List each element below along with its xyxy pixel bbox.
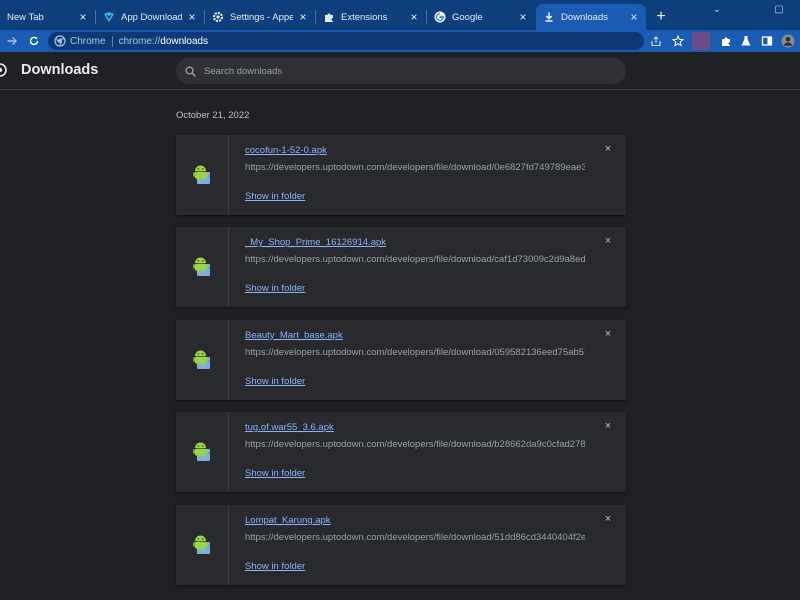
side-panel-button[interactable]: [759, 33, 775, 49]
profile-avatar-icon: [781, 34, 795, 48]
show-in-folder-link[interactable]: Show in folder: [245, 468, 305, 479]
file-source-url: https://developers.uptodown.com/develope…: [245, 347, 585, 358]
file-name-link[interactable]: _My_Shop_Prime_16126914.apk: [245, 237, 386, 248]
tab-title: Google: [452, 11, 483, 23]
extensions-button[interactable]: [718, 33, 734, 49]
tab-close-icon[interactable]: ×: [408, 11, 420, 23]
url-scheme: chrome://: [118, 35, 161, 47]
download-item: tug.of.war55_3.6.apk https://developers.…: [176, 412, 626, 492]
omnibox-url: chrome://downloads: [119, 36, 209, 47]
omnibox-chip-label: Chrome: [70, 35, 106, 47]
download-item: cocofun-1-52-0.apk https://developers.up…: [176, 135, 626, 215]
show-in-folder-link[interactable]: Show in folder: [245, 283, 305, 294]
new-tab-button[interactable]: +: [652, 8, 670, 26]
file-source-url: https://developers.uptodown.com/develope…: [245, 162, 585, 173]
gear-icon: [212, 11, 224, 23]
file-source-url: https://developers.uptodown.com/develope…: [245, 439, 585, 450]
search-icon: [185, 65, 196, 77]
download-item: Lompat_Karung.apk https://developers.upt…: [176, 505, 626, 585]
side-panel-icon: [761, 36, 773, 46]
url-host: downloads: [160, 35, 209, 47]
file-source-url: https://developers.uptodown.com/develope…: [245, 532, 585, 543]
file-icon-area: [176, 412, 229, 492]
tab-close-icon[interactable]: ×: [77, 11, 89, 23]
arrow-right-icon: [7, 37, 17, 45]
page-title: Downloads: [21, 62, 99, 78]
tab-close-icon[interactable]: ×: [628, 11, 640, 23]
file-name-link[interactable]: Lompat_Karung.apk: [245, 515, 331, 526]
bookmark-star-button[interactable]: [670, 33, 686, 49]
file-source-url: https://developers.uptodown.com/develope…: [245, 254, 585, 265]
show-in-folder-link[interactable]: Show in folder: [245, 191, 305, 202]
chrome-logo-icon: [54, 35, 66, 47]
forward-button[interactable]: [4, 33, 20, 49]
google-icon: [434, 11, 446, 23]
tab-title: App Downloads for: [121, 11, 182, 23]
download-item: Beauty_Mart_base.apk https://developers.…: [176, 320, 626, 400]
file-name-link[interactable]: tug.of.war55_3.6.apk: [245, 422, 334, 433]
tab-app-downloads[interactable]: App Downloads for ×: [96, 4, 204, 30]
restore-window-button[interactable]: ▢: [771, 2, 787, 18]
date-heading: October 21, 2022: [176, 110, 250, 121]
file-icon-area: [176, 227, 229, 307]
omnibox-separator: [111, 35, 113, 47]
file-name-link[interactable]: cocofun-1-52-0.apk: [245, 145, 327, 156]
remove-download-close-icon[interactable]: ×: [602, 513, 614, 525]
tab-google[interactable]: Google ×: [427, 4, 535, 30]
search-placeholder: Search downloads: [204, 65, 283, 77]
android-apk-icon: [193, 257, 210, 276]
uptodown-icon: [103, 11, 115, 23]
tab-title: New Tab: [7, 11, 44, 23]
profile-avatar-button[interactable]: [780, 33, 796, 49]
minimize-window-button[interactable]: ⌄: [709, 2, 725, 18]
reload-icon: [29, 36, 39, 46]
show-in-folder-link[interactable]: Show in folder: [245, 376, 305, 387]
browser-toolbar: Chrome chrome://downloads: [0, 30, 800, 52]
address-bar[interactable]: Chrome chrome://downloads: [48, 32, 661, 50]
download-icon: [543, 11, 555, 23]
flask-icon: [741, 36, 751, 46]
android-apk-icon: [193, 442, 210, 461]
tab-extensions[interactable]: Extensions ×: [316, 4, 426, 30]
search-downloads-input[interactable]: Search downloads: [176, 58, 626, 84]
tab-close-icon[interactable]: ×: [297, 11, 309, 23]
show-in-folder-link[interactable]: Show in folder: [245, 561, 305, 572]
puzzle-icon: [323, 11, 335, 23]
remove-download-close-icon[interactable]: ×: [602, 235, 614, 247]
tab-downloads[interactable]: Downloads ×: [536, 4, 646, 30]
remove-download-close-icon[interactable]: ×: [602, 328, 614, 340]
tab-strip: New Tab × App Downloads for × Settings -…: [0, 0, 800, 30]
chrome-logo-icon: [0, 63, 7, 77]
file-icon-area: [176, 505, 229, 585]
tab-new-tab[interactable]: New Tab ×: [0, 4, 95, 30]
star-icon: [672, 35, 684, 47]
extension-avatar-button[interactable]: [692, 32, 710, 50]
tab-title: Downloads: [561, 11, 608, 23]
android-apk-icon: [193, 535, 210, 554]
android-apk-icon: [193, 350, 210, 369]
share-icon[interactable]: [650, 35, 662, 47]
labs-button[interactable]: [738, 33, 754, 49]
reload-button[interactable]: [26, 33, 42, 49]
puzzle-icon: [722, 37, 730, 46]
tab-settings[interactable]: Settings - Appearan ×: [205, 4, 315, 30]
android-apk-icon: [193, 165, 210, 184]
tab-close-icon[interactable]: ×: [186, 11, 198, 23]
tab-title: Extensions: [341, 11, 388, 23]
remove-download-close-icon[interactable]: ×: [602, 420, 614, 432]
tab-title: Settings - Appearan: [230, 11, 293, 23]
remove-download-close-icon[interactable]: ×: [602, 143, 614, 155]
file-name-link[interactable]: Beauty_Mart_base.apk: [245, 330, 343, 341]
file-icon-area: [176, 135, 229, 215]
downloads-header: Downloads Search downloads: [0, 52, 800, 90]
file-icon-area: [176, 320, 229, 400]
tab-close-icon[interactable]: ×: [517, 11, 529, 23]
download-item: _My_Shop_Prime_16126914.apk https://deve…: [176, 227, 626, 307]
